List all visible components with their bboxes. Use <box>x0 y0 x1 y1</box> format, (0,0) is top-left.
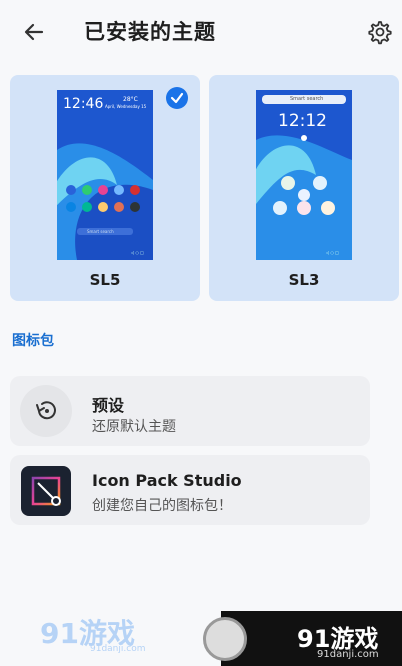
theme-card-sl5[interactable]: ◁ ○ □ 12:46 28°C April, Wednesday 15 Sma… <box>10 75 200 301</box>
theme-preview-sl3: ◁ ○ □ Smart search 12:12 <box>256 90 352 260</box>
restore-icon <box>20 385 72 437</box>
svg-text:◁ ○ □: ◁ ○ □ <box>325 250 339 255</box>
theme-name: SL5 <box>89 271 121 289</box>
gear-icon <box>368 21 392 45</box>
theme-name: SL3 <box>288 271 320 289</box>
preview-date: April, Wednesday 15 <box>105 104 147 109</box>
icon-pack-row-preset[interactable]: 预设 还原默认主题 <box>10 376 370 446</box>
icon-pack-subtitle: 还原默认主题 <box>92 419 176 435</box>
selected-check-icon <box>166 87 188 109</box>
back-button[interactable] <box>20 18 48 46</box>
icon-pack-row-studio[interactable]: Icon Pack Studio 创建您自己的图标包！ <box>10 455 370 525</box>
icon-pack-title: Icon Pack Studio <box>92 471 242 490</box>
watermark-banner: 91游戏 91danji.com <box>203 611 402 666</box>
watermark-url: 91danji.com <box>317 649 379 660</box>
icon-pack-title: 预设 <box>92 396 125 415</box>
settings-button[interactable] <box>366 18 394 46</box>
preview-search: Smart search <box>87 229 114 234</box>
icon-pack-subtitle: 创建您自己的图标包！ <box>92 498 232 514</box>
icon-pack-studio-logo <box>21 466 71 516</box>
arrow-left-icon <box>24 23 44 41</box>
preview-time: 12:12 <box>278 111 327 131</box>
watermark-badge <box>203 617 247 661</box>
section-label-icon-packs: 图标包 <box>12 333 54 349</box>
preview-weather: 28°C <box>123 96 138 103</box>
preview-time: 12:46 <box>63 96 104 112</box>
svg-text:◁ ○ □: ◁ ○ □ <box>130 250 144 255</box>
theme-preview-sl5: ◁ ○ □ 12:46 28°C April, Wednesday 15 Sma… <box>57 90 153 260</box>
preview-search: Smart search <box>290 96 324 102</box>
watermark-url: 91danji.com <box>90 644 146 654</box>
theme-card-sl3[interactable]: ◁ ○ □ Smart search 12:12 SL3 <box>209 75 399 301</box>
page-title: 已安装的主题 <box>84 20 216 44</box>
top-app-bar: 已安装的主题 <box>0 0 402 64</box>
